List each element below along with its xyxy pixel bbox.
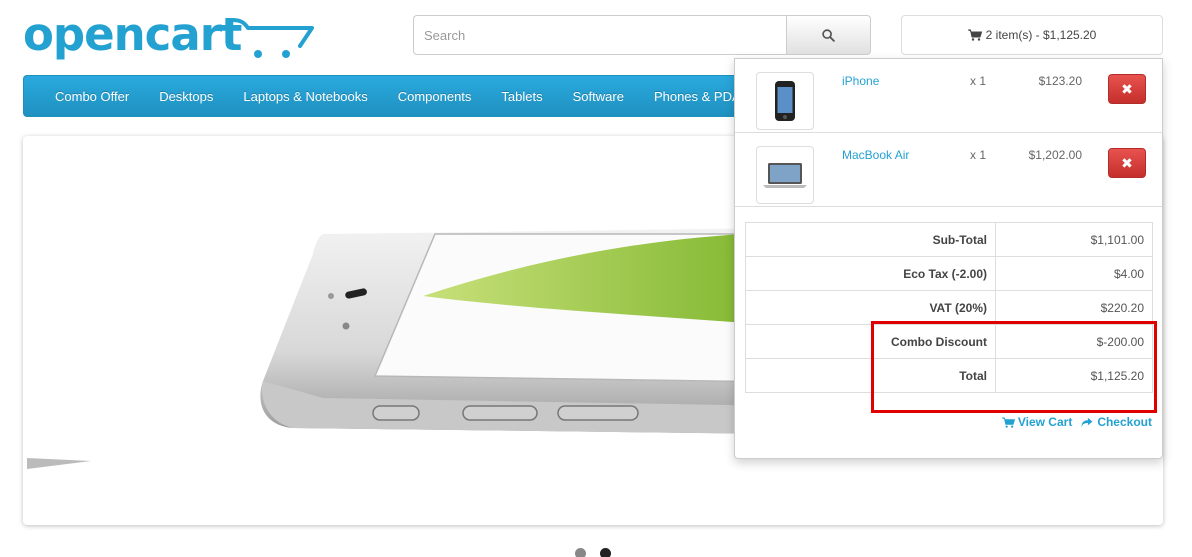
pager-dot-active[interactable] xyxy=(600,548,611,557)
menu-item-laptops-notebooks[interactable]: Laptops & Notebooks xyxy=(228,89,382,104)
shopping-cart-icon xyxy=(967,29,982,41)
cart-button[interactable]: 2 item(s) - $1,125.20 xyxy=(901,15,1163,55)
cart-actions: View Cart Checkout xyxy=(1001,415,1152,429)
totals-label: Combo Discount xyxy=(745,324,996,359)
remove-item-button[interactable]: ✖ xyxy=(1108,148,1146,178)
times-icon: ✖ xyxy=(1121,80,1133,97)
totals-row-total: Total $1,125.20 xyxy=(745,358,1153,393)
remove-item-button[interactable]: ✖ xyxy=(1108,74,1146,104)
macbook-thumbnail-image xyxy=(763,163,807,188)
shopping-cart-icon xyxy=(1001,416,1015,428)
times-icon: ✖ xyxy=(1121,154,1133,171)
menu-item-tablets[interactable]: Tablets xyxy=(486,89,557,104)
iphone-thumbnail-image xyxy=(775,81,795,121)
cart-totals-table: Sub-Total $1,101.00 Eco Tax (-2.00) $4.0… xyxy=(745,222,1153,393)
menu-item-components[interactable]: Components xyxy=(383,89,487,104)
product-thumbnail[interactable] xyxy=(756,146,814,204)
totals-value: $4.00 xyxy=(995,256,1153,291)
opencart-logo[interactable]: opencart xyxy=(23,8,314,64)
product-quantity: x 1 xyxy=(970,74,987,88)
totals-value: $-200.00 xyxy=(995,324,1153,359)
cart-item: iPhone x 1 $123.20 ✖ xyxy=(735,59,1162,133)
product-price: $123.20 xyxy=(1038,74,1082,88)
logo-cart-icon xyxy=(230,18,314,58)
search-bar xyxy=(413,15,871,55)
cart-dropdown: iPhone x 1 $123.20 ✖ MacBook Air x 1 $1,… xyxy=(734,58,1163,459)
menu-item-software[interactable]: Software xyxy=(558,89,639,104)
checkout-link[interactable]: Checkout xyxy=(1080,415,1152,429)
totals-row-eco-tax: Eco Tax (-2.00) $4.00 xyxy=(745,256,1153,291)
product-name[interactable]: MacBook Air xyxy=(842,148,909,162)
product-thumbnail[interactable] xyxy=(756,72,814,130)
cart-button-label: 2 item(s) - $1,125.20 xyxy=(985,28,1097,42)
search-input[interactable] xyxy=(413,15,786,55)
totals-label: Sub-Total xyxy=(745,222,996,257)
totals-row-vat: VAT (20%) $220.20 xyxy=(745,290,1153,325)
pager-dot[interactable] xyxy=(575,548,586,557)
totals-label: Total xyxy=(745,358,996,393)
menu-item-combo-offer[interactable]: Combo Offer xyxy=(40,89,144,104)
share-arrow-icon xyxy=(1081,417,1093,427)
checkout-label: Checkout xyxy=(1097,415,1152,429)
totals-value: $1,125.20 xyxy=(995,358,1153,393)
totals-row-combo-discount: Combo Discount $-200.00 xyxy=(745,324,1153,359)
slideshow-pager xyxy=(575,548,611,557)
view-cart-link[interactable]: View Cart xyxy=(1001,415,1073,429)
totals-label: Eco Tax (-2.00) xyxy=(745,256,996,291)
totals-row-sub-total: Sub-Total $1,101.00 xyxy=(745,222,1153,257)
search-button[interactable] xyxy=(786,15,871,55)
product-price: $1,202.00 xyxy=(1028,148,1082,162)
logo-text: opencart xyxy=(23,8,242,61)
view-cart-label: View Cart xyxy=(1017,415,1073,429)
totals-value: $220.20 xyxy=(995,290,1153,325)
search-icon xyxy=(822,28,835,42)
cart-item: MacBook Air x 1 $1,202.00 ✖ xyxy=(735,133,1162,207)
totals-label: VAT (20%) xyxy=(745,290,996,325)
product-quantity: x 1 xyxy=(970,148,987,162)
menu-item-desktops[interactable]: Desktops xyxy=(144,89,228,104)
totals-value: $1,101.00 xyxy=(995,222,1153,257)
product-name[interactable]: iPhone xyxy=(842,74,879,88)
